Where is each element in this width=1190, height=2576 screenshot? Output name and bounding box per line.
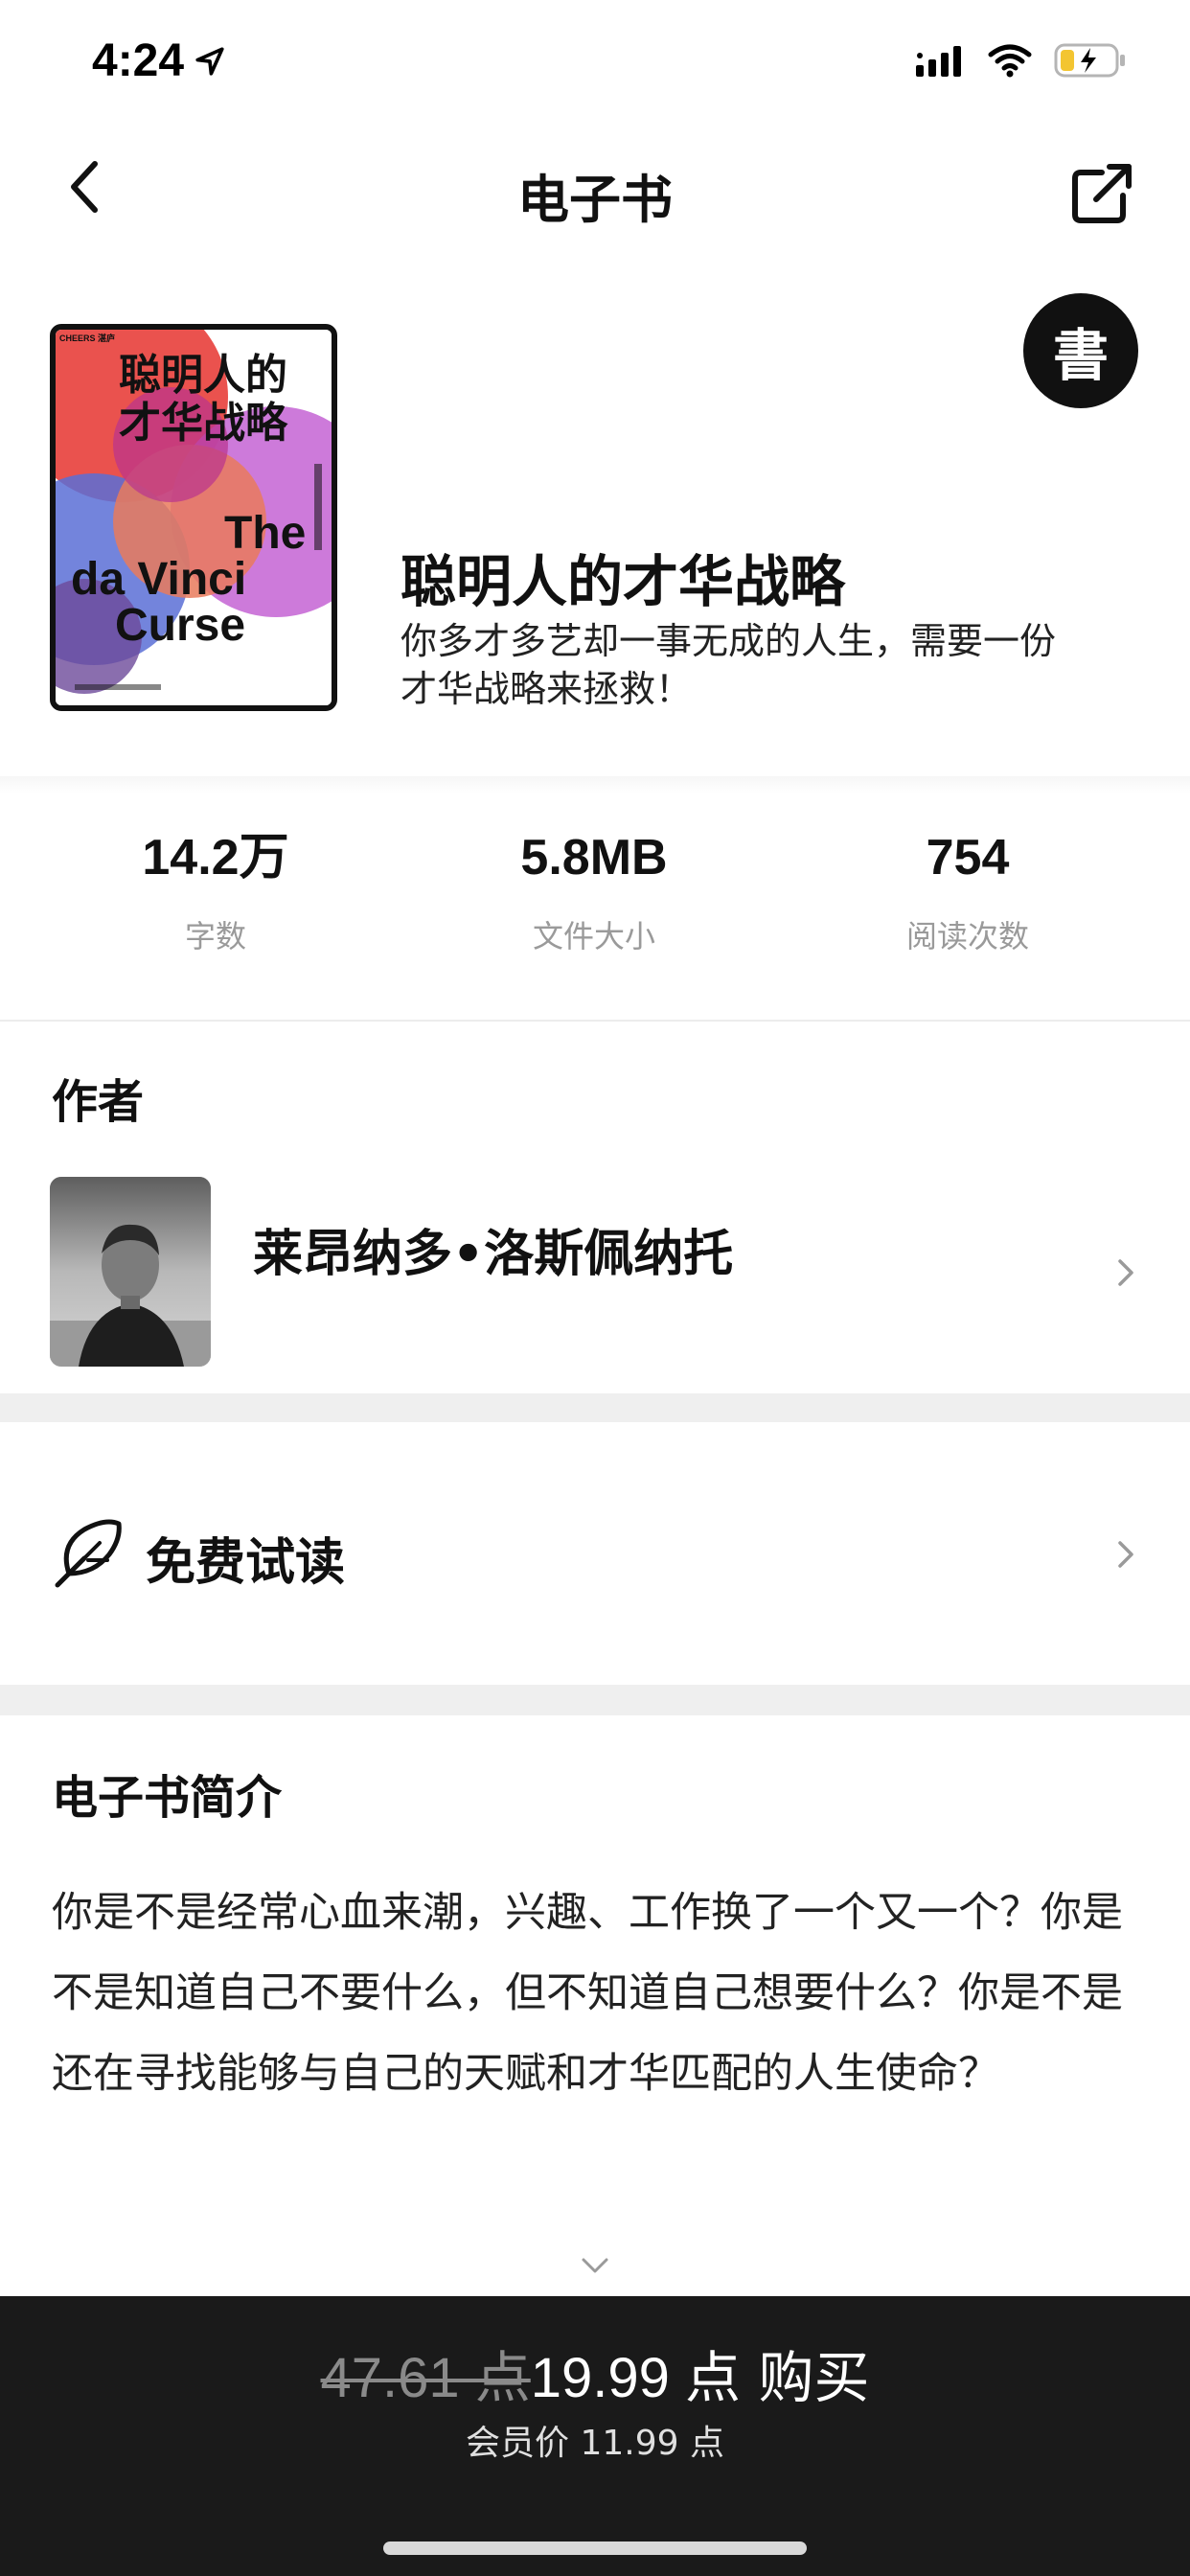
free-trial-label: 免费试读 bbox=[146, 1534, 346, 1592]
battery-charging-icon bbox=[1054, 43, 1125, 78]
stat-label: 文件大小 bbox=[532, 918, 655, 954]
stat-read-count: 754 阅读次数 bbox=[757, 824, 1179, 968]
status-time: 4:24 bbox=[92, 34, 226, 87]
cover-zh-title-line2: 才华战略 bbox=[119, 399, 288, 448]
home-indicator[interactable] bbox=[383, 2542, 807, 2555]
ebook-badge: 書 bbox=[1023, 293, 1138, 408]
stat-value: 754 bbox=[926, 830, 1010, 886]
author-row[interactable]: 莱昂纳多•洛斯佩纳托 bbox=[0, 1171, 1190, 1367]
original-price: 47.61 点 bbox=[320, 2347, 531, 2409]
feather-icon bbox=[55, 1519, 122, 1588]
author-section-title: 作者 bbox=[52, 1075, 145, 1129]
section-divider-shadow bbox=[0, 776, 1190, 794]
chevron-right-icon bbox=[1118, 1259, 1133, 1286]
section-separator bbox=[0, 1393, 1190, 1422]
author-photo bbox=[50, 1177, 211, 1367]
cellular-signal-icon bbox=[916, 46, 961, 77]
cover-en-title-line1: The bbox=[224, 508, 306, 559]
book-cover[interactable]: CHEERS 湛庐 聪明人的 才华战略 The da Vinci Curse bbox=[50, 324, 337, 711]
book-stats: 14.2万 字数 5.8MB 文件大小 754 阅读次数 bbox=[0, 824, 1190, 968]
section-separator bbox=[0, 1685, 1190, 1715]
share-icon bbox=[1072, 164, 1132, 223]
book-description: 你多才多艺却一事无成的人生，需要一份才华战略来拯救！ bbox=[400, 620, 1057, 710]
cover-en-title-line2: da Vinci bbox=[71, 554, 246, 605]
buy-action-label: 购买 bbox=[758, 2345, 870, 2410]
intro-section-title: 电子书简介 bbox=[52, 1771, 283, 1825]
divider bbox=[0, 1020, 1190, 1022]
expand-chevron-down-icon[interactable] bbox=[579, 2254, 611, 2277]
current-price: 19.99 点 bbox=[530, 2347, 742, 2409]
share-button[interactable] bbox=[1067, 159, 1136, 228]
page-title: 电子书 bbox=[517, 170, 673, 230]
free-trial-row[interactable]: 免费试读 bbox=[0, 1422, 1190, 1685]
stat-word-count: 14.2万 字数 bbox=[0, 824, 431, 968]
book-title: 聪明人的才华战略 bbox=[400, 549, 846, 614]
status-bar: 4:24 bbox=[0, 0, 1190, 126]
author-avatar bbox=[50, 1177, 211, 1367]
intro-text: 你是不是经常心血来潮，兴趣、工作换了一个又一个？你是不是知道自己不要什么，但不知… bbox=[52, 1889, 1123, 2098]
book-cover-art: CHEERS 湛庐 聪明人的 才华战略 The da Vinci Curse bbox=[56, 330, 332, 705]
navigation-bar: 电子书 bbox=[0, 134, 1190, 240]
stat-file-size: 5.8MB 文件大小 bbox=[431, 824, 757, 968]
stat-value: 14.2万 bbox=[142, 830, 289, 886]
stat-label: 字数 bbox=[184, 918, 246, 954]
status-indicators bbox=[916, 42, 1127, 79]
stat-value: 5.8MB bbox=[520, 830, 668, 886]
purchase-button[interactable]: 47.61 点19.99 点 购买 bbox=[0, 2333, 1190, 2413]
cover-zh-title-line1: 聪明人的 bbox=[119, 351, 287, 400]
member-price: 会员价 11.99 点 bbox=[466, 2424, 724, 2463]
clock-text: 4:24 bbox=[92, 35, 185, 86]
location-arrow-icon bbox=[195, 46, 224, 76]
chevron-right-icon bbox=[1118, 1541, 1133, 1568]
author-name: 莱昂纳多•洛斯佩纳托 bbox=[253, 1226, 734, 1283]
purchase-bar[interactable]: 47.61 点19.99 点 购买 会员价 11.99 点 bbox=[0, 2296, 1190, 2576]
cover-publisher-mark: CHEERS 湛庐 bbox=[59, 333, 115, 343]
stat-label: 阅读次数 bbox=[905, 918, 1029, 954]
wifi-icon bbox=[988, 44, 1032, 78]
cover-en-title-line3: Curse bbox=[115, 600, 245, 651]
